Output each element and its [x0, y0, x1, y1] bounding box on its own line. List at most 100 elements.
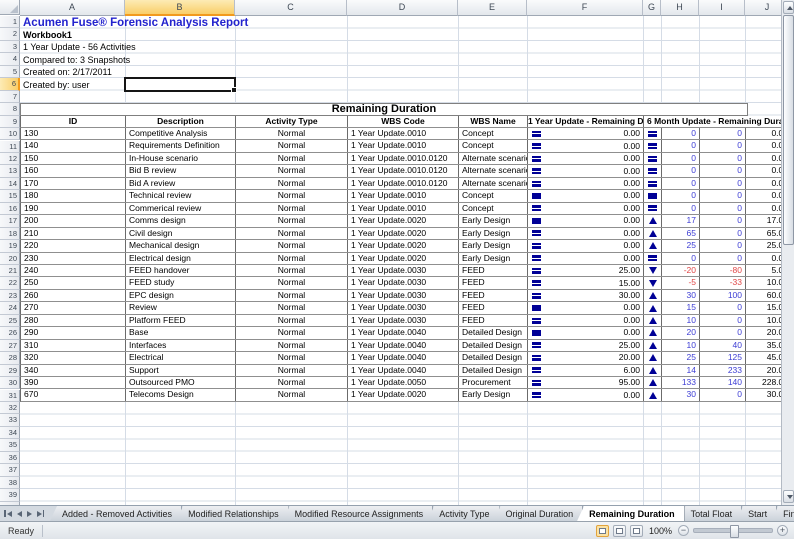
cell-trend-icon[interactable]: [644, 352, 662, 363]
cell-id[interactable]: 180: [21, 190, 126, 201]
cell-description[interactable]: Mechanical design: [126, 240, 236, 251]
cell-delta[interactable]: 0: [662, 253, 700, 264]
cell-activity-type[interactable]: Normal: [236, 165, 348, 176]
cell-wbs-code[interactable]: 1 Year Update.0020: [348, 240, 459, 251]
row-header-2[interactable]: 2: [0, 28, 20, 40]
cell-id[interactable]: 670: [21, 389, 126, 400]
cell-current-value[interactable]: 65.00: [746, 228, 781, 239]
cell-wbs-code[interactable]: 1 Year Update.0010.0120: [348, 153, 459, 164]
cell-trend-icon[interactable]: [644, 277, 662, 288]
info-cell-row-6[interactable]: Created by: user: [23, 80, 90, 90]
cell-activity-type[interactable]: Normal: [236, 215, 348, 226]
cell-activity-type[interactable]: Normal: [236, 377, 348, 388]
row-header-11[interactable]: 11: [0, 141, 20, 153]
cell-current-value[interactable]: 0.00: [746, 128, 781, 139]
cell-base-value[interactable]: 0.00: [528, 315, 644, 326]
cell-base-value[interactable]: 0.00: [528, 140, 644, 151]
cell-description[interactable]: Electrical: [126, 352, 236, 363]
cell-trend-icon[interactable]: [644, 178, 662, 189]
cell-wbs-code[interactable]: 1 Year Update.0040: [348, 352, 459, 363]
cell-delta-pct[interactable]: 233: [700, 365, 746, 376]
row-header-31[interactable]: 31: [0, 390, 20, 402]
cell-trend-icon[interactable]: [644, 165, 662, 176]
cell-base-value[interactable]: 0.00: [528, 165, 644, 176]
cell-base-value[interactable]: 95.00: [528, 377, 644, 388]
cell-wbs-code[interactable]: 1 Year Update.0030: [348, 265, 459, 276]
cell-wbs-name[interactable]: FEED: [459, 290, 528, 301]
cell-description[interactable]: FEED handover: [126, 265, 236, 276]
cell-id[interactable]: 210: [21, 228, 126, 239]
cell-current-value[interactable]: 25.00: [746, 240, 781, 251]
cell-delta-pct[interactable]: 0: [700, 178, 746, 189]
cell-activity-type[interactable]: Normal: [236, 365, 348, 376]
cell-activity-type[interactable]: Normal: [236, 128, 348, 139]
cell-delta[interactable]: 25: [662, 352, 700, 363]
header-id[interactable]: ID: [21, 116, 126, 127]
cell-current-value[interactable]: 45.00: [746, 352, 781, 363]
cell-current-value[interactable]: 20.00: [746, 365, 781, 376]
column-header-H[interactable]: H: [661, 0, 699, 16]
cell-delta-pct[interactable]: 0: [700, 153, 746, 164]
row-header-38[interactable]: 38: [0, 477, 20, 489]
cell-base-value[interactable]: 0.00: [528, 178, 644, 189]
cell-delta-pct[interactable]: 125: [700, 352, 746, 363]
cell-wbs-code[interactable]: 1 Year Update.0020: [348, 215, 459, 226]
first-sheet-button[interactable]: [4, 508, 12, 520]
cell-id[interactable]: 240: [21, 265, 126, 276]
cell-delta[interactable]: 0: [662, 165, 700, 176]
cell-id[interactable]: 320: [21, 352, 126, 363]
cell-wbs-name[interactable]: Concept: [459, 190, 528, 201]
cell-id[interactable]: 340: [21, 365, 126, 376]
row-header-16[interactable]: 16: [0, 203, 20, 215]
cell-trend-icon[interactable]: [644, 228, 662, 239]
cell-activity-type[interactable]: Normal: [236, 302, 348, 313]
cell-id[interactable]: 220: [21, 240, 126, 251]
cell-wbs-code[interactable]: 1 Year Update.0030: [348, 315, 459, 326]
normal-view-button[interactable]: [596, 525, 609, 537]
cell-wbs-code[interactable]: 1 Year Update.0010: [348, 190, 459, 201]
cell-activity-type[interactable]: Normal: [236, 315, 348, 326]
row-header-24[interactable]: 24: [0, 302, 20, 314]
cell-description[interactable]: Support: [126, 365, 236, 376]
row-header-3[interactable]: 3: [0, 41, 20, 53]
cell-activity-type[interactable]: Normal: [236, 340, 348, 351]
cell-base-value[interactable]: 0.00: [528, 253, 644, 264]
cell-base-value[interactable]: 0.00: [528, 302, 644, 313]
cell-activity-type[interactable]: Normal: [236, 253, 348, 264]
cell-description[interactable]: Electrical design: [126, 253, 236, 264]
cell-delta[interactable]: 0: [662, 140, 700, 151]
cell-trend-icon[interactable]: [644, 340, 662, 351]
cell-current-value[interactable]: 228.00: [746, 377, 781, 388]
row-header-10[interactable]: 10: [0, 128, 20, 140]
cell-base-value[interactable]: 0.00: [528, 240, 644, 251]
cell-wbs-name[interactable]: Alternate scenario: [459, 153, 528, 164]
cell-activity-type[interactable]: Normal: [236, 240, 348, 251]
row-header-27[interactable]: 27: [0, 340, 20, 352]
cell-current-value[interactable]: 0.00: [746, 203, 781, 214]
cell-wbs-name[interactable]: Early Design: [459, 240, 528, 251]
cell-wbs-code[interactable]: 1 Year Update.0010.0120: [348, 165, 459, 176]
cell-delta-pct[interactable]: 0: [700, 165, 746, 176]
row-header-30[interactable]: 30: [0, 377, 20, 389]
row-header-5[interactable]: 5: [0, 66, 20, 78]
selected-cell-outline[interactable]: [124, 77, 236, 91]
cell-delta[interactable]: 65: [662, 228, 700, 239]
cell-delta[interactable]: 0: [662, 203, 700, 214]
fill-handle[interactable]: [231, 87, 237, 93]
info-cell-row-3[interactable]: 1 Year Update - 56 Activities: [23, 42, 136, 52]
cell-wbs-code[interactable]: 1 Year Update.0040: [348, 327, 459, 338]
cell-delta-pct[interactable]: 0: [700, 240, 746, 251]
cell-id[interactable]: 170: [21, 178, 126, 189]
cell-id[interactable]: 310: [21, 340, 126, 351]
cell-wbs-code[interactable]: 1 Year Update.0010: [348, 203, 459, 214]
cell-delta-pct[interactable]: -80: [700, 265, 746, 276]
row-header-7[interactable]: 7: [0, 91, 20, 103]
sheet-tab-modified-relationships[interactable]: Modified Relationships: [176, 506, 289, 521]
cell-base-value[interactable]: 0.00: [528, 153, 644, 164]
cell-description[interactable]: In-House scenario: [126, 153, 236, 164]
cell-wbs-name[interactable]: Detailed Design: [459, 352, 528, 363]
cell-trend-icon[interactable]: [644, 128, 662, 139]
header-wbs-code[interactable]: WBS Code: [348, 116, 459, 127]
cell-delta[interactable]: -5: [662, 277, 700, 288]
cell-trend-icon[interactable]: [644, 302, 662, 313]
